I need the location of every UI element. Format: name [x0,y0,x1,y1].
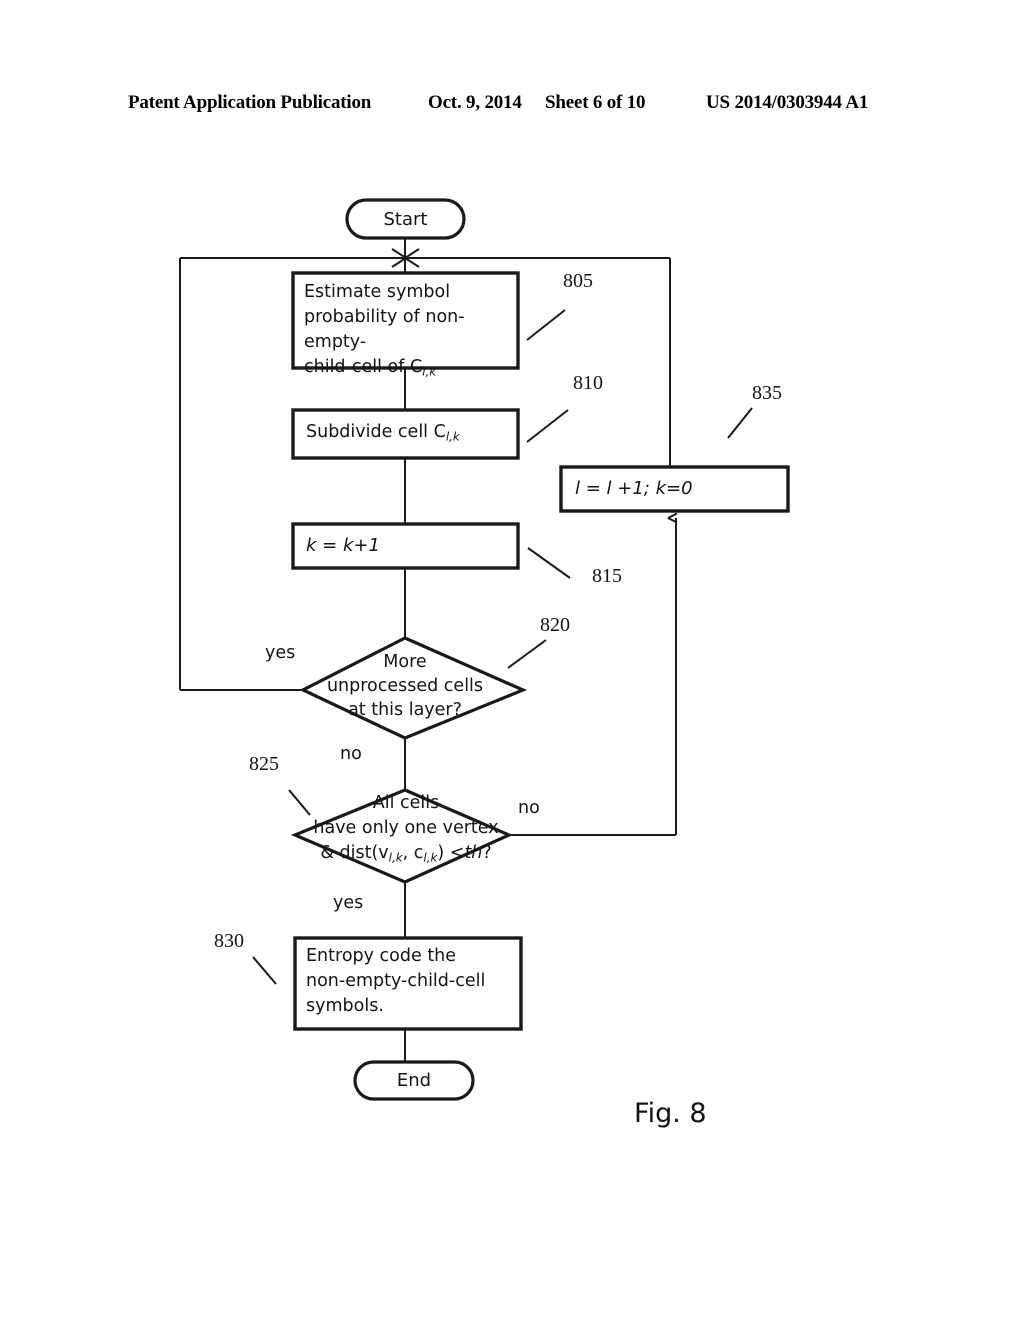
estimate-process-text: Estimate symbol probability of non-empty… [304,282,465,379]
all-cells-decision-text: All cells have only one vertex & dist(vl,k… [313,793,499,865]
all-cells-subscript-c: l,k [423,850,438,865]
ref-numeral-805: 805 [563,270,593,292]
flowchart-vector-layer [179,198,790,1101]
ref-numeral-830: 830 [214,930,244,952]
ref-numeral-815: 815 [592,565,622,587]
ref-numeral-810: 810 [573,372,603,394]
ref-numeral-835: 835 [752,382,782,404]
start-terminator-label: Start [383,209,428,230]
flowchart-figure: Start Estimate symbol probability of non… [0,0,1024,1320]
ref-numeral-820: 820 [540,614,570,636]
branch-label-more-cells-yes: yes [265,643,296,663]
estimate-subscript: l,k [422,364,437,379]
increment-k-process-text: k = k+1 [306,535,380,556]
increment-l-process-text: l = l +1; k=0 [575,478,693,499]
branch-label-all-cells-yes: yes [333,893,364,913]
ref-numeral-825: 825 [249,753,279,775]
all-cells-threshold: th [464,843,483,863]
end-terminator-label: End [396,1070,432,1091]
subdivide-process-text: Subdivide cell Cl,k [306,422,460,444]
all-cells-subscript-v: l,k [388,850,403,865]
more-cells-decision-text: More unprocessed cells at this layer? [326,652,484,720]
branch-label-more-cells-no: no [340,744,362,764]
entropy-process-text: Entropy code the non-empty-child-cell sy… [306,946,486,1016]
subdivide-subscript: l,k [445,429,460,444]
figure-caption: Fig. 8 [634,1098,707,1129]
branch-label-all-cells-no: no [518,798,540,818]
